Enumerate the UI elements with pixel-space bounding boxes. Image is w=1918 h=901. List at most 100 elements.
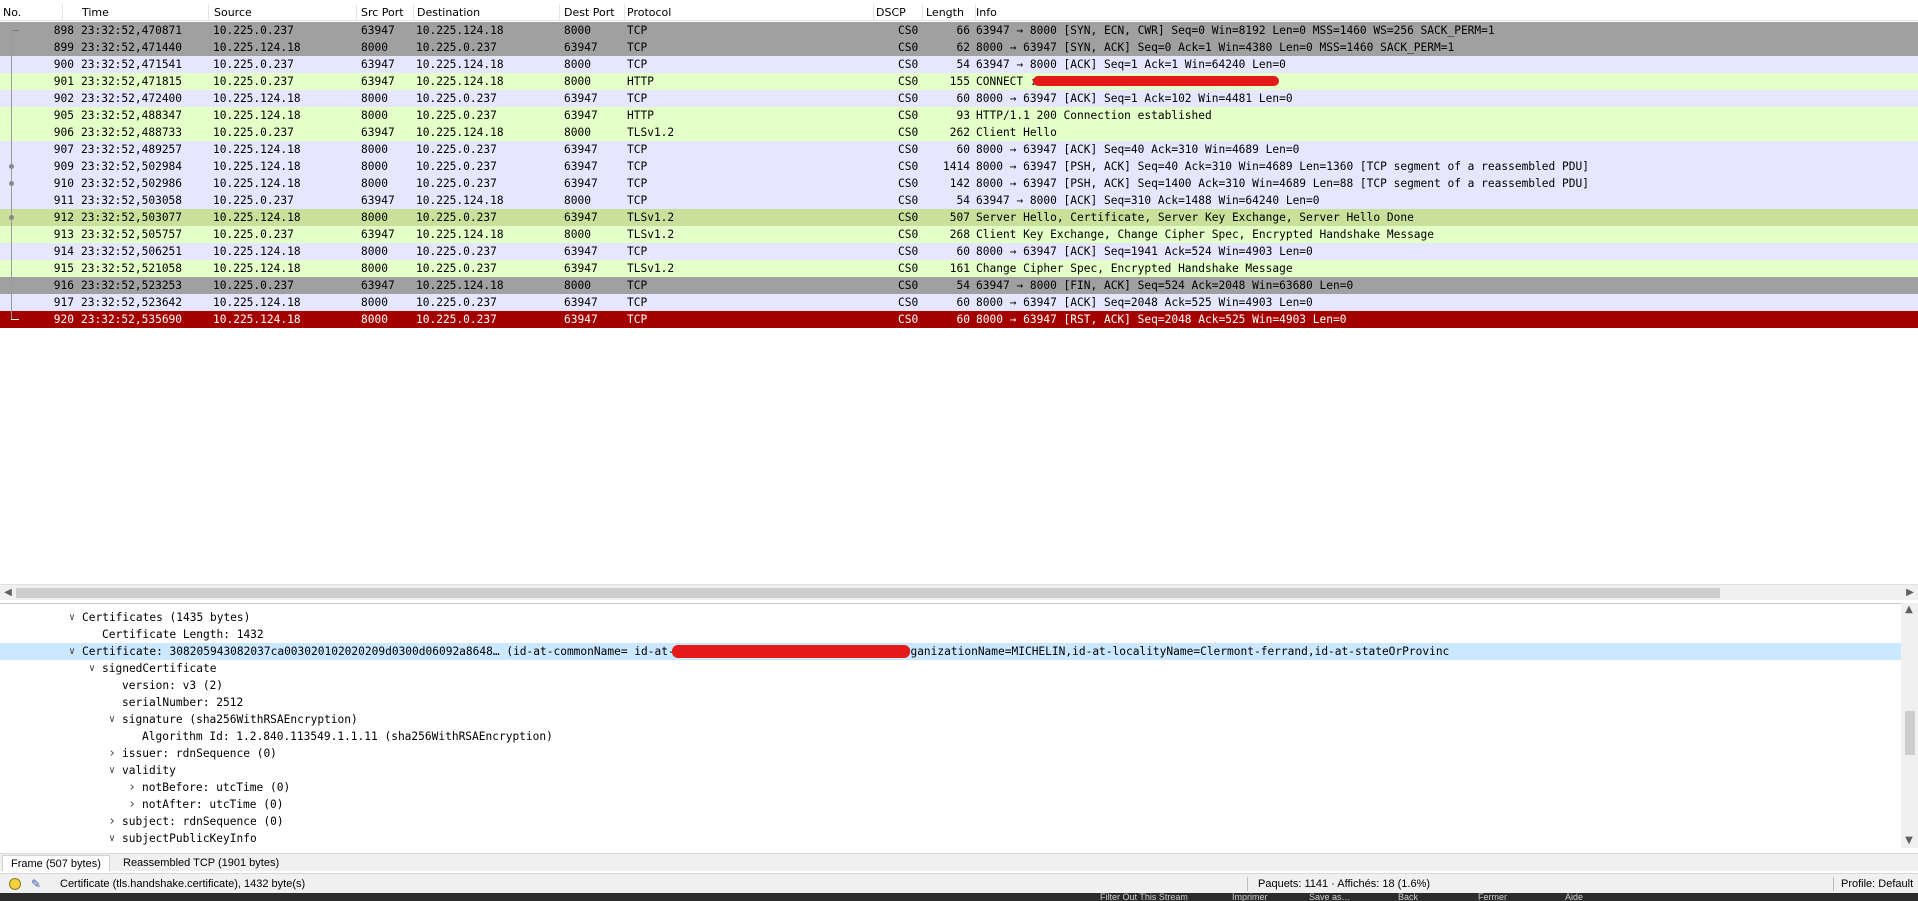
column-header-protocol[interactable]: Protocol	[624, 4, 874, 21]
cell-source: 10.225.124.18	[213, 109, 301, 122]
detail-row[interactable]: ∨ signature (sha256WithRSAEncryption)	[0, 711, 1901, 728]
cell-length: 60	[956, 296, 970, 309]
packet-row[interactable]: 910 23:32:52,502986 10.225.124.18 8000 10.22…	[0, 175, 1918, 192]
taskbar-filter-out-stream[interactable]: Filter Out This Stream	[1100, 893, 1210, 901]
horizontal-scroll-thumb[interactable]	[16, 588, 1720, 598]
packet-row[interactable]: 898 23:32:52,470871 10.225.0.237 63947 10.22…	[0, 22, 1918, 39]
cell-no: 917	[53, 296, 74, 309]
column-header-dest-port[interactable]: Dest Port	[561, 4, 625, 21]
column-header-info[interactable]: Info	[973, 4, 1918, 21]
redaction-scribble	[672, 645, 910, 658]
arrow-up-icon[interactable]: ▲	[1901, 603, 1917, 617]
chevron-right-icon[interactable]: ›	[126, 796, 138, 813]
packet-row[interactable]: 909 23:32:52,502984 10.225.124.18 8000 10.22…	[0, 158, 1918, 175]
packet-row[interactable]: 913 23:32:52,505757 10.225.0.237 63947 10.22…	[0, 226, 1918, 243]
cell-source: 10.225.0.237	[213, 279, 294, 292]
arrow-right-icon[interactable]: ▶	[1902, 585, 1918, 601]
packet-list[interactable]: No. Time Source Src Port Destination Des…	[0, 0, 1918, 600]
chevron-down-icon[interactable]: ∨	[66, 643, 78, 660]
cell-dscp: CS0	[898, 41, 919, 54]
cell-destination: 10.225.0.237	[416, 41, 497, 54]
column-header-destination[interactable]: Destination	[414, 4, 560, 21]
vertical-scrollbar[interactable]: ▲ ▼	[1901, 603, 1918, 848]
packet-details-pane[interactable]: ∨ Certificates (1435 bytes) Certificate Le…	[0, 603, 1918, 851]
cell-protocol: HTTP	[627, 75, 654, 88]
detail-row[interactable]: serialNumber: 2512	[0, 694, 1901, 711]
cell-dscp: CS0	[898, 92, 919, 105]
column-header-length[interactable]: Length	[923, 4, 976, 21]
cell-length: 507	[949, 211, 970, 224]
packet-row[interactable]: 915 23:32:52,521058 10.225.124.18 8000 10.22…	[0, 260, 1918, 277]
packet-row[interactable]: 899 23:32:52,471440 10.225.124.18 8000 10.22…	[0, 39, 1918, 56]
cell-time: 23:32:52,471440	[81, 41, 183, 54]
column-header-no[interactable]: No.	[0, 4, 63, 21]
packet-row[interactable]: 901 23:32:52,471815 10.225.0.237 63947 10.22…	[0, 73, 1918, 90]
taskbar-back[interactable]: Back	[1398, 893, 1438, 901]
detail-row[interactable]: › subject: rdnSequence (0)	[0, 813, 1901, 830]
detail-row[interactable]: › notBefore: utcTime (0)	[0, 779, 1901, 796]
edit-comment-icon[interactable]: ✎	[31, 877, 45, 891]
column-header-time[interactable]: Time	[79, 4, 209, 21]
cell-src-port: 8000	[361, 177, 388, 190]
detail-row[interactable]: › notAfter: utcTime (0)	[0, 796, 1901, 813]
cell-no: 913	[53, 228, 74, 241]
packet-row[interactable]: 916 23:32:52,523253 10.225.0.237 63947 10.22…	[0, 277, 1918, 294]
cell-dest-port: 8000	[564, 228, 591, 241]
tab-reassembled-tcp[interactable]: Reassembled TCP (1901 bytes)	[115, 855, 287, 871]
packet-row[interactable]: 900 23:32:52,471541 10.225.0.237 63947 10.22…	[0, 56, 1918, 73]
cell-dscp: CS0	[898, 262, 919, 275]
packet-list-header: No. Time Source Src Port Destination Des…	[0, 4, 1918, 21]
packet-row[interactable]: 917 23:32:52,523642 10.225.124.18 8000 10.22…	[0, 294, 1918, 311]
cell-time: 23:32:52,471541	[81, 58, 183, 71]
detail-row-text: issuer: rdnSequence (0)	[122, 747, 277, 760]
detail-row-selected[interactable]: ∨ Certificate: 308205943082037ca003020102…	[0, 643, 1901, 660]
chevron-down-icon[interactable]: ∨	[106, 762, 118, 779]
detail-row-text: Certificates (1435 bytes)	[82, 611, 251, 624]
cell-dest-port: 8000	[564, 194, 591, 207]
detail-row[interactable]: ∨ subjectPublicKeyInfo	[0, 830, 1901, 847]
column-header-dscp[interactable]: DSCP	[873, 4, 923, 21]
packet-row[interactable]: 920 23:32:52,535690 10.225.124.18 8000 10.22…	[0, 311, 1918, 328]
cell-protocol: TCP	[627, 245, 648, 258]
packet-row[interactable]: 907 23:32:52,489257 10.225.124.18 8000 10.22…	[0, 141, 1918, 158]
chevron-down-icon[interactable]: ∨	[66, 609, 78, 626]
cell-dest-port: 63947	[564, 109, 598, 122]
taskbar-save-as[interactable]: Save as…	[1309, 893, 1369, 901]
packet-row[interactable]: 914 23:32:52,506251 10.225.124.18 8000 10.22…	[0, 243, 1918, 260]
chevron-down-icon[interactable]: ∨	[106, 711, 118, 728]
column-header-source[interactable]: Source	[211, 4, 357, 21]
cell-protocol: TCP	[627, 143, 648, 156]
detail-row[interactable]: ∨ signedCertificate	[0, 660, 1901, 677]
cell-time: 23:32:52,502984	[81, 160, 183, 173]
expert-info-icon[interactable]	[9, 878, 21, 890]
chevron-down-icon[interactable]: ∨	[86, 660, 98, 677]
vertical-scroll-thumb[interactable]	[1905, 711, 1915, 755]
packet-row[interactable]: 906 23:32:52,488733 10.225.0.237 63947 10.22…	[0, 124, 1918, 141]
horizontal-scrollbar[interactable]: ◀ ▶	[0, 584, 1918, 600]
chevron-down-icon[interactable]: ∨	[106, 830, 118, 847]
packet-row[interactable]: 912 23:32:52,503077 10.225.124.18 8000 10.22…	[0, 209, 1918, 226]
detail-row[interactable]: › issuer: rdnSequence (0)	[0, 745, 1901, 762]
taskbar-print[interactable]: Imprimer	[1232, 893, 1292, 901]
detail-row[interactable]: version: v3 (2)	[0, 677, 1901, 694]
column-header-src-port[interactable]: Src Port	[358, 4, 414, 21]
detail-row[interactable]: Certificate Length: 1432	[0, 626, 1901, 643]
chevron-right-icon[interactable]: ›	[106, 745, 118, 762]
arrow-down-icon[interactable]: ▼	[1901, 834, 1917, 848]
arrow-left-icon[interactable]: ◀	[0, 585, 16, 601]
taskbar-close[interactable]: Fermer	[1478, 893, 1528, 901]
status-profile[interactable]: Profile: Default	[1841, 874, 1918, 894]
detail-row[interactable]: ∨ validity	[0, 762, 1901, 779]
chevron-right-icon[interactable]: ›	[106, 813, 118, 830]
cell-no: 902	[53, 92, 74, 105]
packet-row[interactable]: 905 23:32:52,488347 10.225.124.18 8000 10.22…	[0, 107, 1918, 124]
detail-row[interactable]: Algorithm Id: 1.2.840.113549.1.1.11 (sha…	[0, 728, 1901, 745]
chevron-right-icon[interactable]: ›	[126, 779, 138, 796]
packet-row[interactable]: 911 23:32:52,503058 10.225.0.237 63947 10.22…	[0, 192, 1918, 209]
cell-destination: 10.225.0.237	[416, 296, 497, 309]
tab-frame-bytes[interactable]: Frame (507 bytes)	[2, 855, 110, 871]
packet-row[interactable]: 902 23:32:52,472400 10.225.124.18 8000 10.22…	[0, 90, 1918, 107]
cell-info: 63947 → 8000 [ACK] Seq=1 Ack=1 Win=64240…	[976, 58, 1286, 71]
taskbar-help[interactable]: Aide	[1565, 893, 1605, 901]
detail-row[interactable]: ∨ Certificates (1435 bytes)	[0, 609, 1901, 626]
